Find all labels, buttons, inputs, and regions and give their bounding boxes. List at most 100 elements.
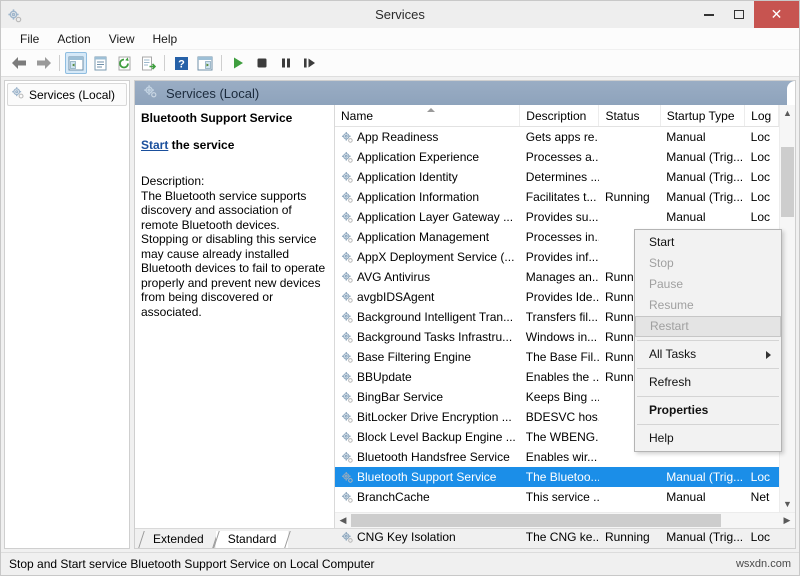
horizontal-scroll-track[interactable]: [351, 513, 779, 528]
cell-status: [599, 487, 660, 507]
cell-status: Running: [599, 527, 660, 547]
context-menu-item-restart: Restart: [635, 316, 781, 337]
table-row[interactable]: Bluetooth Support ServiceThe Bluetoo...M…: [335, 467, 779, 487]
toolbar-separator: [221, 55, 222, 71]
scroll-up-icon[interactable]: ▲: [780, 105, 795, 121]
scroll-left-icon[interactable]: ◀: [335, 513, 351, 528]
cell-name: Background Intelligent Tran...: [335, 307, 520, 327]
column-header-startup-type[interactable]: Startup Type: [660, 105, 744, 127]
cell-description: This service ...: [520, 487, 599, 507]
cell-name: BBUpdate: [335, 367, 520, 387]
cell-startup-type: Manual (Trig...: [660, 467, 744, 487]
restart-service-icon[interactable]: [299, 52, 321, 74]
horizontal-scroll-thumb[interactable]: [351, 514, 721, 527]
menu-item-file[interactable]: File: [11, 30, 48, 48]
maximize-button[interactable]: [724, 1, 754, 28]
pause-service-icon[interactable]: [275, 52, 297, 74]
minimize-button[interactable]: [694, 1, 724, 28]
cell-name: Application Management: [335, 227, 520, 247]
context-menu-item-start[interactable]: Start: [635, 232, 781, 253]
help-icon[interactable]: ?: [170, 52, 192, 74]
table-row[interactable]: Application InformationFacilitates t...R…: [335, 187, 779, 207]
properties-icon[interactable]: [89, 52, 111, 74]
menu-bar: File Action View Help: [1, 28, 799, 50]
stop-service-icon[interactable]: [251, 52, 273, 74]
vertical-scroll-thumb[interactable]: [781, 147, 794, 217]
context-menu-item-help[interactable]: Help: [635, 428, 781, 449]
cell-status: [599, 207, 660, 227]
cell-description: Provides su...: [520, 207, 599, 227]
table-row[interactable]: App ReadinessGets apps re...ManualLoc: [335, 127, 779, 148]
refresh-icon[interactable]: [113, 52, 135, 74]
cell-log-on-as: Loc: [745, 127, 779, 148]
column-header-description[interactable]: Description: [520, 105, 599, 127]
menu-item-action[interactable]: Action: [48, 30, 99, 48]
close-button[interactable]: ✕: [754, 1, 799, 28]
cell-log-on-as: Loc: [745, 167, 779, 187]
scroll-right-icon[interactable]: ▶: [779, 513, 795, 528]
cell-name: BingBar Service: [335, 387, 520, 407]
table-header-row: Name Description Status Startup Type Log: [335, 105, 779, 127]
column-header-log-on-as[interactable]: Log: [745, 105, 779, 127]
column-header-status[interactable]: Status: [599, 105, 660, 127]
cell-log-on-as: Loc: [745, 147, 779, 167]
context-menu-separator: [637, 424, 779, 425]
cell-description: The CNG ke...: [520, 527, 599, 547]
cell-description: BDESVC hos...: [520, 407, 599, 427]
context-menu-item-pause: Pause: [635, 274, 781, 295]
tab-extended[interactable]: Extended: [141, 531, 216, 548]
sidebar-item-services-local[interactable]: Services (Local): [7, 83, 127, 106]
start-service-icon[interactable]: [227, 52, 249, 74]
context-menu-items: StartStopPauseResumeRestartAll TasksRefr…: [635, 232, 781, 449]
vertical-scroll-track[interactable]: [780, 121, 795, 496]
context-menu-separator: [637, 340, 779, 341]
cell-log-on-as: Loc: [745, 207, 779, 227]
service-details-panel: Bluetooth Support Service Start the serv…: [135, 105, 335, 528]
maximize-icon: [734, 10, 744, 19]
cell-name: Block Level Backup Engine ...: [335, 427, 520, 447]
service-action-suffix: the service: [168, 138, 234, 152]
context-menu-item-all-tasks[interactable]: All Tasks: [635, 344, 781, 365]
show-hide-console-tree-icon[interactable]: [65, 52, 87, 74]
column-header-name[interactable]: Name: [335, 105, 520, 127]
menu-item-view[interactable]: View: [100, 30, 144, 48]
table-row[interactable]: Application Layer Gateway ...Provides su…: [335, 207, 779, 227]
export-list-icon[interactable]: [137, 52, 159, 74]
show-hide-action-pane-icon[interactable]: [194, 52, 216, 74]
cell-log-on-as: Net: [745, 487, 779, 507]
tab-standard-label: Standard: [228, 532, 277, 546]
submenu-arrow-icon: [766, 351, 771, 359]
cell-name: Background Tasks Infrastru...: [335, 327, 520, 347]
horizontal-scrollbar[interactable]: ◀ ▶: [335, 512, 795, 528]
tab-standard[interactable]: Standard: [216, 531, 289, 548]
table-row[interactable]: Application ExperienceProcesses a...Manu…: [335, 147, 779, 167]
cell-log-on-as: Loc: [745, 527, 779, 547]
cell-name: avgbIDSAgent: [335, 287, 520, 307]
cell-description: The Base Fil...: [520, 347, 599, 367]
back-arrow-icon[interactable]: [8, 52, 30, 74]
cell-status: [599, 167, 660, 187]
context-menu-item-refresh[interactable]: Refresh: [635, 372, 781, 393]
table-row[interactable]: CNG Key IsolationThe CNG ke...RunningMan…: [335, 527, 779, 547]
status-text: Stop and Start service Bluetooth Support…: [9, 557, 375, 571]
table-row[interactable]: BranchCacheThis service ...ManualNet: [335, 487, 779, 507]
start-service-link[interactable]: Start: [141, 138, 168, 152]
scroll-down-icon[interactable]: ▼: [780, 496, 795, 512]
cell-name: Application Layer Gateway ...: [335, 207, 520, 227]
cell-status: [599, 127, 660, 148]
cell-description: Manages an...: [520, 267, 599, 287]
context-menu-item-properties[interactable]: Properties: [635, 400, 781, 421]
table-row[interactable]: Application IdentityDetermines ...Manual…: [335, 167, 779, 187]
cell-description: Keeps Bing ...: [520, 387, 599, 407]
cell-name: AppX Deployment Service (...: [335, 247, 520, 267]
cell-startup-type: Manual (Trig...: [660, 147, 744, 167]
description-label: Description:: [141, 174, 326, 189]
cell-description: Provides inf...: [520, 247, 599, 267]
forward-arrow-icon[interactable]: [32, 52, 54, 74]
cell-name: Application Experience: [335, 147, 520, 167]
window-title: Services: [1, 1, 799, 28]
cell-description: Enables wir...: [520, 447, 599, 467]
menu-item-help[interactable]: Help: [144, 30, 187, 48]
context-menu-separator: [637, 368, 779, 369]
cell-description: Provides Ide...: [520, 287, 599, 307]
